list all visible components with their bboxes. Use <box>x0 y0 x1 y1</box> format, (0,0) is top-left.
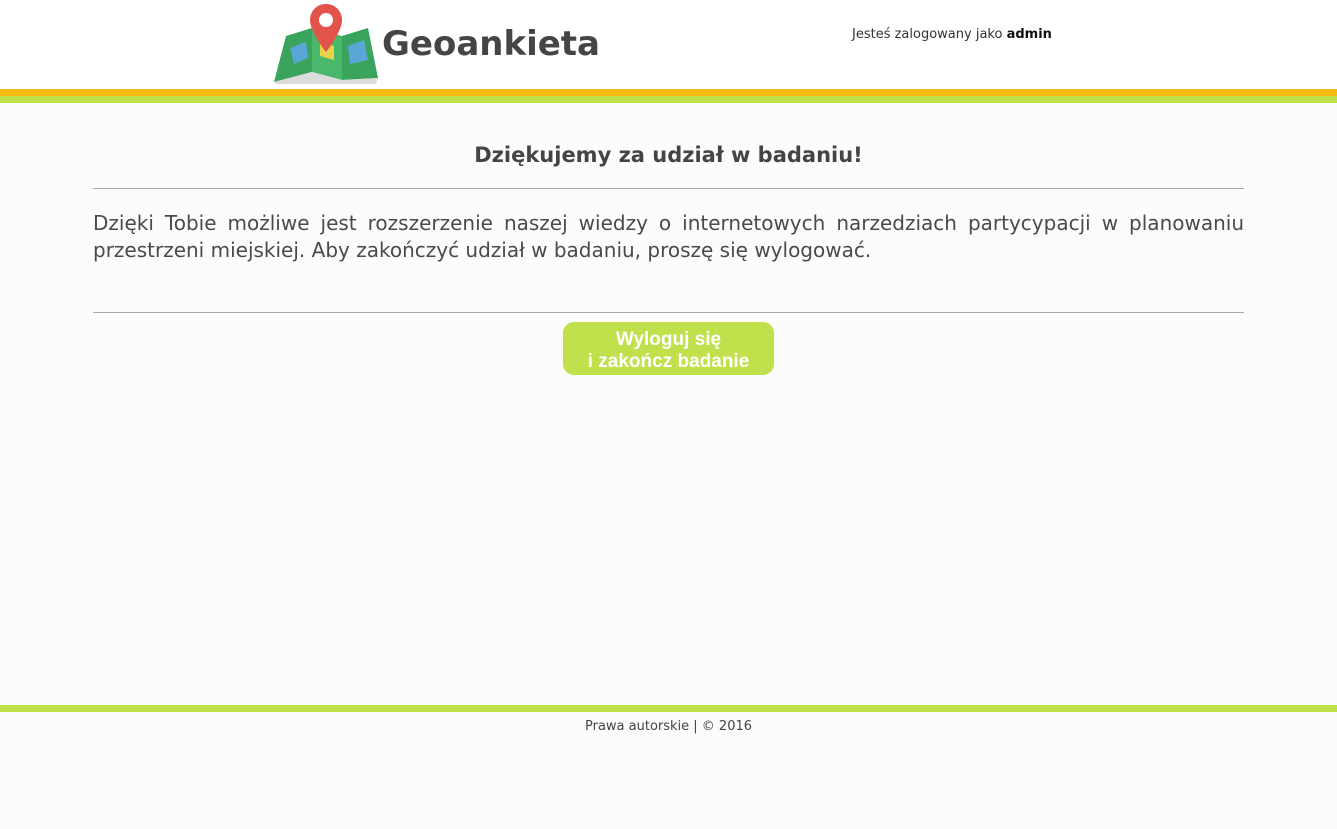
divider-top <box>93 188 1244 189</box>
thank-you-message: Dzięki Tobie możliwe jest rozszerzenie n… <box>93 211 1244 262</box>
logged-in-user-info: Jesteś zalogowany jako admin <box>852 27 1052 43</box>
page-title: Dziękujemy za udział w badaniu! <box>474 143 863 167</box>
map-pin-logo-icon[interactable] <box>272 2 380 84</box>
logout-button-line2: i zakończ badanie <box>587 350 750 372</box>
brand-title: Geoankieta <box>382 24 600 64</box>
header-stripe-green <box>0 96 1337 103</box>
header-stripe-orange <box>0 89 1337 96</box>
logout-button[interactable]: Wyloguj się i zakończ badanie <box>563 322 774 375</box>
username: admin <box>1006 27 1052 42</box>
divider-bottom <box>93 312 1244 313</box>
logout-button-line1: Wyloguj się <box>615 328 722 350</box>
footer-stripe <box>0 705 1337 712</box>
logged-in-label: Jesteś zalogowany jako <box>852 27 1003 42</box>
footer-copyright: Prawa autorskie | © 2016 <box>584 719 753 734</box>
header: Geoankieta Jesteś zalogowany jako admin <box>0 0 1337 89</box>
